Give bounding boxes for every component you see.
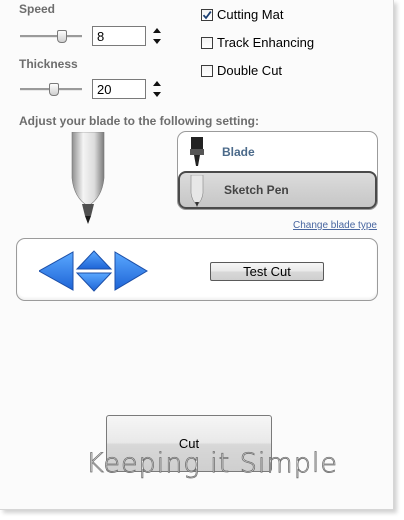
blade-setting-heading: Adjust your blade to the following setti…	[19, 114, 259, 128]
speed-down-arrow-icon[interactable]	[153, 39, 161, 44]
blade-type-list: Blade Sketch Pen	[177, 131, 378, 210]
change-blade-type-link[interactable]: Change blade type	[293, 220, 377, 231]
track-enhancing-checkbox[interactable]	[201, 36, 213, 49]
thickness-slider-thumb[interactable]	[49, 83, 59, 96]
thickness-spinner[interactable]	[152, 78, 162, 100]
blade-option-sketch-pen[interactable]: Sketch Pen	[178, 171, 377, 209]
test-cut-button[interactable]: Test Cut	[210, 262, 324, 281]
speed-spinner[interactable]	[152, 25, 162, 47]
blade-option-label: Blade	[222, 144, 255, 159]
thickness-label: Thickness	[19, 57, 78, 71]
thickness-down-arrow-icon[interactable]	[153, 92, 161, 97]
watermark-text: Keeping it Simple	[86, 448, 338, 480]
test-cut-panel: Test Cut	[16, 238, 378, 301]
settings-panel: Speed Thickness Cutting Mat Track Enh	[0, 0, 394, 510]
track-enhancing-label: Track Enhancing	[217, 35, 315, 50]
speed-input[interactable]	[92, 26, 146, 46]
cutting-mat-option[interactable]: Cutting Mat	[201, 7, 283, 22]
thickness-input[interactable]	[92, 79, 146, 99]
sketch-pen-illustration-icon	[71, 132, 105, 224]
speed-label: Speed	[19, 2, 56, 16]
double-cut-option[interactable]: Double Cut	[201, 63, 282, 78]
double-cut-label: Double Cut	[217, 63, 283, 78]
track-enhancing-option[interactable]: Track Enhancing	[201, 35, 314, 50]
speed-slider-thumb[interactable]	[57, 30, 67, 43]
blade-option-blade[interactable]: Blade	[178, 133, 377, 170]
sketch-pen-icon	[190, 175, 204, 207]
move-left-arrow-icon[interactable]	[39, 251, 74, 291]
sketch-pen-option-label: Sketch Pen	[224, 183, 289, 197]
speed-slider-track	[20, 35, 82, 38]
blade-icon	[190, 137, 204, 166]
cutting-mat-label: Cutting Mat	[217, 7, 284, 22]
direction-pad	[39, 250, 148, 292]
thickness-up-arrow-icon[interactable]	[153, 81, 161, 86]
speed-slider[interactable]	[20, 30, 82, 43]
thickness-slider[interactable]	[20, 83, 82, 96]
move-up-arrow-icon[interactable]	[75, 250, 113, 270]
speed-up-arrow-icon[interactable]	[153, 28, 161, 33]
double-cut-checkbox[interactable]	[201, 64, 213, 77]
move-right-arrow-icon[interactable]	[114, 251, 148, 291]
checkmark-icon	[202, 10, 212, 19]
move-down-arrow-icon[interactable]	[75, 272, 113, 292]
cutting-mat-checkbox[interactable]	[201, 8, 213, 21]
